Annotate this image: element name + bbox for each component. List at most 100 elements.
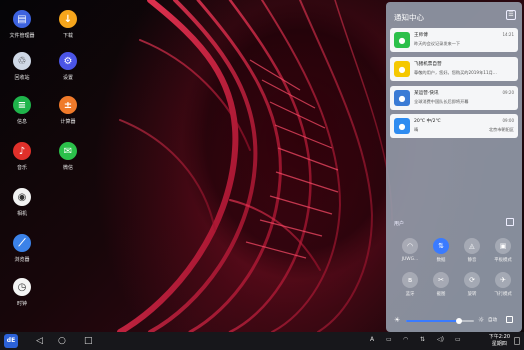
brightness-row: ☀ ☼ 自动: [394, 316, 514, 326]
screen-icon[interactable]: ▭: [386, 336, 392, 343]
quick-setting-airplane[interactable]: ✈ 飞行模式: [488, 272, 518, 297]
desktop-icon[interactable]: ♪ 音乐: [2, 142, 42, 171]
notification-card[interactable]: ● 飞猪机票自营尊敬的用户，您好。您购买的2019年11月...: [390, 57, 518, 81]
home-icon[interactable]: ○: [58, 335, 66, 347]
desktop-icon-label: 设置: [62, 75, 73, 81]
quick-setting-label: 数据: [436, 258, 446, 263]
desktop-icon-label: 文件管理器: [9, 33, 35, 39]
notification-body: 昨天的会议记录发来一下: [414, 41, 461, 46]
quick-setting-rotate[interactable]: ⟳ 旋转: [457, 272, 487, 297]
music-icon: ♪: [13, 142, 31, 160]
airplane-icon: ✈: [495, 272, 511, 288]
quick-setting-tablet[interactable]: ▣ 平板模式: [488, 238, 518, 263]
back-icon[interactable]: ◁: [36, 335, 43, 347]
desktop-icon-label: 音乐: [16, 165, 27, 171]
desktop-icon-label: 计算器: [60, 119, 76, 125]
notification-center-title: 通知中心: [394, 13, 424, 22]
desktop-icon-label: 时钟: [16, 301, 27, 307]
battery-icon[interactable]: ▭: [455, 336, 461, 343]
flight-icon: ●: [394, 61, 410, 77]
clock-icon: ◷: [13, 278, 31, 296]
volume-icon[interactable]: ◁): [437, 336, 444, 343]
brightness-slider[interactable]: [406, 318, 474, 324]
wifi-icon: ◠: [402, 238, 418, 254]
desktop-icon-label: 回收站: [14, 75, 30, 81]
desktop-icon[interactable]: ↓ 下载: [48, 10, 88, 39]
trash-icon: ♲: [13, 52, 31, 70]
desktop-icon[interactable]: ⚙ 设置: [48, 52, 88, 81]
browser-icon: ⟋: [13, 234, 31, 252]
brightness-high-icon: ☼: [478, 316, 485, 324]
start-button[interactable]: dE: [4, 334, 18, 348]
wechat-icon: ●: [394, 32, 410, 48]
desktop-icon[interactable]: ◷ 时钟: [2, 278, 42, 307]
clock-time: 下午2:20: [488, 334, 510, 340]
quick-setting-label: 飞行模式: [494, 292, 512, 297]
news-icon: ●: [394, 90, 410, 106]
notification-title: 飞猪机票自营: [414, 62, 442, 67]
message-icon: ≡: [13, 96, 31, 114]
user-label: 用户: [394, 221, 405, 227]
wechat-icon: ✉: [59, 142, 77, 160]
auto-brightness-checkbox[interactable]: [506, 316, 513, 323]
quick-setting-wifi[interactable]: ◠ JUWG...: [395, 238, 425, 262]
show-desktop-button[interactable]: [514, 337, 520, 345]
recents-icon[interactable]: □: [84, 335, 93, 347]
quick-setting-label: 平板模式: [494, 258, 512, 263]
auto-brightness-label: 自动: [488, 318, 497, 323]
taskbar-clock[interactable]: 下午2:20 星期四: [489, 334, 510, 347]
data-icon: ⇅: [433, 238, 449, 254]
quick-setting-label: JUWG...: [401, 257, 419, 262]
notification-title: 王师傅: [414, 33, 428, 38]
bell-icon: ◬: [464, 238, 480, 254]
desktop-icon[interactable]: ♲ 回收站: [2, 52, 42, 81]
notification-card[interactable]: ● 20℃ 中/2℃ 晴 09:00 北京市朝阳区: [390, 114, 518, 138]
notification-center: 通知中心 ☰ ● 王师傅昨天的会议记录发来一下 14:21 ● 飞猪机票自营尊敬的用户，…: [386, 2, 522, 332]
brightness-low-icon: ☀: [394, 316, 401, 324]
brightness-slider-fill: [406, 320, 460, 322]
quick-setting-label: 截图: [436, 292, 446, 297]
camera-icon: ◉: [13, 188, 31, 206]
notification-title: 20℃ 中/2℃: [414, 119, 441, 124]
notification-time: 09:00: [502, 118, 514, 123]
wifi-tray-icon[interactable]: ◠: [403, 336, 408, 343]
keyboard-icon[interactable]: A: [370, 336, 374, 343]
desktop-icon-label: 浏览器: [14, 257, 30, 263]
network-icon[interactable]: ⇅: [420, 336, 425, 343]
quick-setting-data[interactable]: ⇅ 数据: [426, 238, 456, 263]
desktop-icon[interactable]: ± 计算器: [48, 96, 88, 125]
desktop-icon[interactable]: ◉ 相机: [2, 188, 42, 217]
rotate-icon: ⟳: [464, 272, 480, 288]
desktop-icon[interactable]: ⟋ 浏览器: [2, 234, 42, 263]
desktop-icon[interactable]: ✉ 微信: [48, 142, 88, 171]
notification-location: 北京市朝阳区: [488, 127, 514, 132]
edit-icon[interactable]: [506, 218, 514, 226]
clear-icon[interactable]: ☰: [506, 10, 516, 20]
desktop-icon[interactable]: ▤ 文件管理器: [2, 10, 42, 39]
quick-setting-label: 旋转: [467, 292, 477, 297]
tablet-icon: ▣: [495, 238, 511, 254]
clock-date: 星期四: [491, 340, 507, 347]
notification-card[interactable]: ● 某运营·快讯全球消费中国队长后即将开幕 09:20: [390, 86, 518, 110]
settings-icon: ⚙: [59, 52, 77, 70]
notification-time: 14:21: [502, 32, 514, 37]
desktop-icon-label: 下载: [62, 33, 73, 39]
quick-setting-bluetooth[interactable]: ʙ 蓝牙: [395, 272, 425, 297]
desktop-icon-label: 相机: [16, 211, 27, 217]
folder-icon: ▤: [13, 10, 31, 28]
notification-body: 尊敬的用户，您好。您购买的2019年11月...: [414, 70, 497, 75]
weather-icon: ●: [394, 118, 410, 134]
download-icon: ↓: [59, 10, 77, 28]
bluetooth-icon: ʙ: [402, 272, 418, 288]
desktop-icon[interactable]: ≡ 信息: [2, 96, 42, 125]
notification-body: 晴: [414, 127, 419, 132]
notification-time: 09:20: [502, 90, 514, 95]
notification-title: 某运营·快讯: [414, 91, 439, 96]
notification-card[interactable]: ● 王师傅昨天的会议记录发来一下 14:21: [390, 28, 518, 52]
quick-setting-label: 蓝牙: [405, 292, 415, 297]
desktop-icon-label: 微信: [62, 165, 73, 171]
quick-setting-bell[interactable]: ◬ 静音: [457, 238, 487, 263]
quick-setting-screenshot[interactable]: ✂ 截图: [426, 272, 456, 297]
brightness-slider-knob[interactable]: [456, 318, 463, 324]
notification-body: 全球消费中国队长后即将开幕: [414, 99, 469, 104]
